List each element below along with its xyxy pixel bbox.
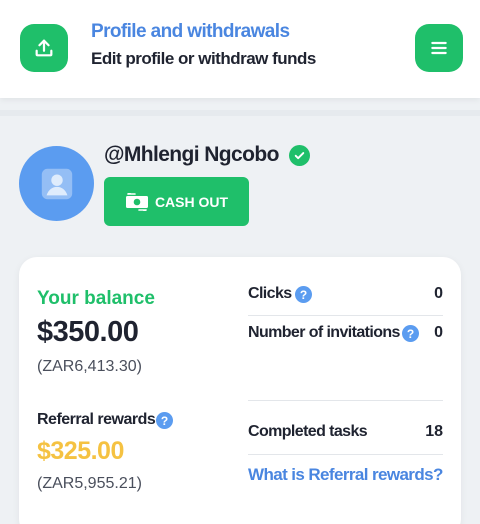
clicks-value: 0: [434, 285, 443, 302]
help-icon[interactable]: ?: [295, 286, 312, 303]
invitations-label: Number of invitations: [248, 324, 400, 341]
cash-out-label: CASH OUT: [154, 193, 229, 210]
completed-tasks-value: 18: [425, 423, 443, 440]
divider: [248, 315, 443, 316]
page-title: Profile and withdrawals: [91, 21, 290, 42]
divider: [248, 400, 443, 401]
avatar[interactable]: [19, 146, 94, 221]
referral-rewards-label: Referral rewards: [37, 411, 156, 428]
help-icon[interactable]: ?: [156, 412, 173, 429]
hamburger-menu-icon: [431, 41, 447, 55]
header-separator: [0, 110, 480, 116]
user-avatar-icon: [41, 168, 72, 199]
username: @Mhlengi Ngcobo: [104, 143, 279, 166]
menu-button[interactable]: [415, 24, 463, 72]
cash-out-button[interactable]: CASH OUT: [104, 177, 249, 226]
upload-button[interactable]: [20, 24, 68, 72]
completed-tasks-label: Completed tasks: [248, 423, 368, 440]
referral-info-link[interactable]: What is Referral rewards?: [248, 465, 443, 485]
money-exchange-icon: [125, 192, 148, 211]
check-circle-icon: [289, 145, 310, 166]
balance-local-value: (ZAR6,413.30): [37, 358, 142, 375]
upload-icon: [35, 39, 53, 57]
balance-label: Your balance: [37, 288, 155, 309]
page-subtitle: Edit profile or withdraw funds: [91, 49, 316, 68]
divider: [248, 454, 443, 455]
referral-rewards-local-value: (ZAR5,955.21): [37, 475, 142, 492]
referral-rewards-value: $325.00: [37, 437, 124, 465]
invitations-value: 0: [434, 324, 443, 341]
balance-value: $350.00: [37, 316, 139, 348]
clicks-label: Clicks: [248, 285, 292, 302]
